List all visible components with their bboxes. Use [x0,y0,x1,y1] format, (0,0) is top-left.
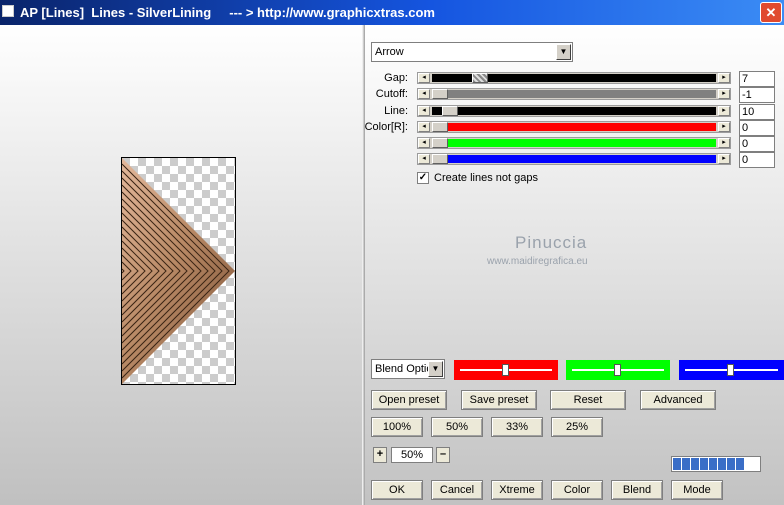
progress-segment [682,458,690,470]
cutoff-value[interactable]: -1 [739,87,775,103]
zoom-50-button[interactable]: 50% [431,417,483,437]
progress-segment [736,458,744,470]
progress-segment [727,458,735,470]
progress-segment [700,458,708,470]
color-b-slider-left-arrow[interactable]: ◂ [418,154,430,164]
color-r-thumb[interactable] [432,122,448,132]
zoom-25-button[interactable]: 25% [551,417,603,437]
blend-options-select[interactable]: Blend Optio ▼ [371,359,445,379]
line-label: Line: [384,105,408,117]
color-g-thumb[interactable] [432,138,448,148]
cutoff-thumb[interactable] [432,89,448,99]
blue-blend-knob[interactable] [727,364,734,376]
color-g-slider[interactable]: ◂ ▸ [417,137,731,149]
color-r-slider[interactable]: ◂ ▸ [417,121,731,133]
blue-blend-slider[interactable] [679,360,784,380]
watermark-site: www.maidiregrafica.eu [487,256,588,267]
gap-slider-right-arrow[interactable]: ▸ [718,73,730,83]
gap-slider-left-arrow[interactable]: ◂ [418,73,430,83]
xtreme-button[interactable]: Xtreme [491,480,543,500]
blend-options-value: Blend Optio [375,363,433,375]
ok-button[interactable]: OK [371,480,423,500]
line-track [432,107,716,115]
create-lines-label: Create lines not gaps [434,172,538,184]
cutoff-slider[interactable]: ◂ ▸ [417,88,731,100]
line-slider-left-arrow[interactable]: ◂ [418,106,430,116]
zoom-100-button[interactable]: 100% [371,417,423,437]
preview-image-art [121,158,235,384]
color-r-value[interactable]: 0 [739,120,775,136]
zoom-in-button[interactable]: + [373,447,387,463]
watermark-name: Pinuccia [515,233,588,252]
progress-bar [671,456,761,472]
cutoff-label: Cutoff: [375,88,408,100]
color-b-value[interactable]: 0 [739,152,775,168]
chevron-down-icon[interactable]: ▼ [556,44,571,60]
cutoff-slider-right-arrow[interactable]: ▸ [718,89,730,99]
cutoff-track [432,90,716,98]
color-g-value[interactable]: 0 [739,136,775,152]
line-slider[interactable]: ◂ ▸ [417,105,731,117]
line-thumb[interactable] [442,106,458,116]
progress-segment [691,458,699,470]
color-r-label: Color[R]: [364,121,408,133]
gap-value[interactable]: 7 [739,71,775,87]
create-lines-checkbox[interactable]: ✓ [417,172,429,184]
app-icon[interactable] [2,5,14,17]
advanced-button[interactable]: Advanced [640,390,716,410]
chevron-down-icon[interactable]: ▼ [428,361,443,377]
save-preset-button[interactable]: Save preset [461,390,537,410]
preview-image [121,157,236,385]
color-b-thumb[interactable] [432,154,448,164]
color-g-slider-right-arrow[interactable]: ▸ [718,138,730,148]
color-b-slider-right-arrow[interactable]: ▸ [718,154,730,164]
progress-segment [673,458,681,470]
blend-button[interactable]: Blend [611,480,663,500]
mode-button[interactable]: Mode [671,480,723,500]
title-bar: AP [Lines] Lines - SilverLining --- > ht… [0,0,784,25]
color-r-slider-right-arrow[interactable]: ▸ [718,122,730,132]
mode-select[interactable]: Arrow ▼ [371,42,573,62]
cancel-button[interactable]: Cancel [431,480,483,500]
color-button[interactable]: Color [551,480,603,500]
color-r-track [448,123,716,131]
green-blend-knob[interactable] [614,364,621,376]
gap-slider[interactable]: ◂ ▸ [417,72,731,84]
gap-label: Gap: [384,72,408,84]
cutoff-slider-left-arrow[interactable]: ◂ [418,89,430,99]
open-preset-button[interactable]: Open preset [371,390,447,410]
control-panel: Arrow ▼ Gap: ◂ ▸ 7 Cutoff: ◂ ▸ -1 Line: … [365,25,784,505]
color-b-slider[interactable]: ◂ ▸ [417,153,731,165]
close-button[interactable]: ✕ [760,2,782,23]
gap-thumb[interactable] [472,73,488,83]
color-r-slider-left-arrow[interactable]: ◂ [418,122,430,132]
line-value[interactable]: 10 [739,104,775,120]
line-slider-right-arrow[interactable]: ▸ [718,106,730,116]
color-g-slider-left-arrow[interactable]: ◂ [418,138,430,148]
zoom-input[interactable]: 50% [391,447,433,463]
color-b-track [448,155,716,163]
reset-button[interactable]: Reset [550,390,626,410]
zoom-33-button[interactable]: 33% [491,417,543,437]
red-blend-slider[interactable] [454,360,558,380]
red-blend-knob[interactable] [502,364,509,376]
zoom-out-button[interactable]: – [436,447,450,463]
color-g-track [448,139,716,147]
progress-segment [718,458,726,470]
mode-select-value: Arrow [375,46,404,58]
green-blend-slider[interactable] [566,360,670,380]
window-title: AP [Lines] Lines - SilverLining --- > ht… [20,5,435,20]
progress-segment [709,458,717,470]
